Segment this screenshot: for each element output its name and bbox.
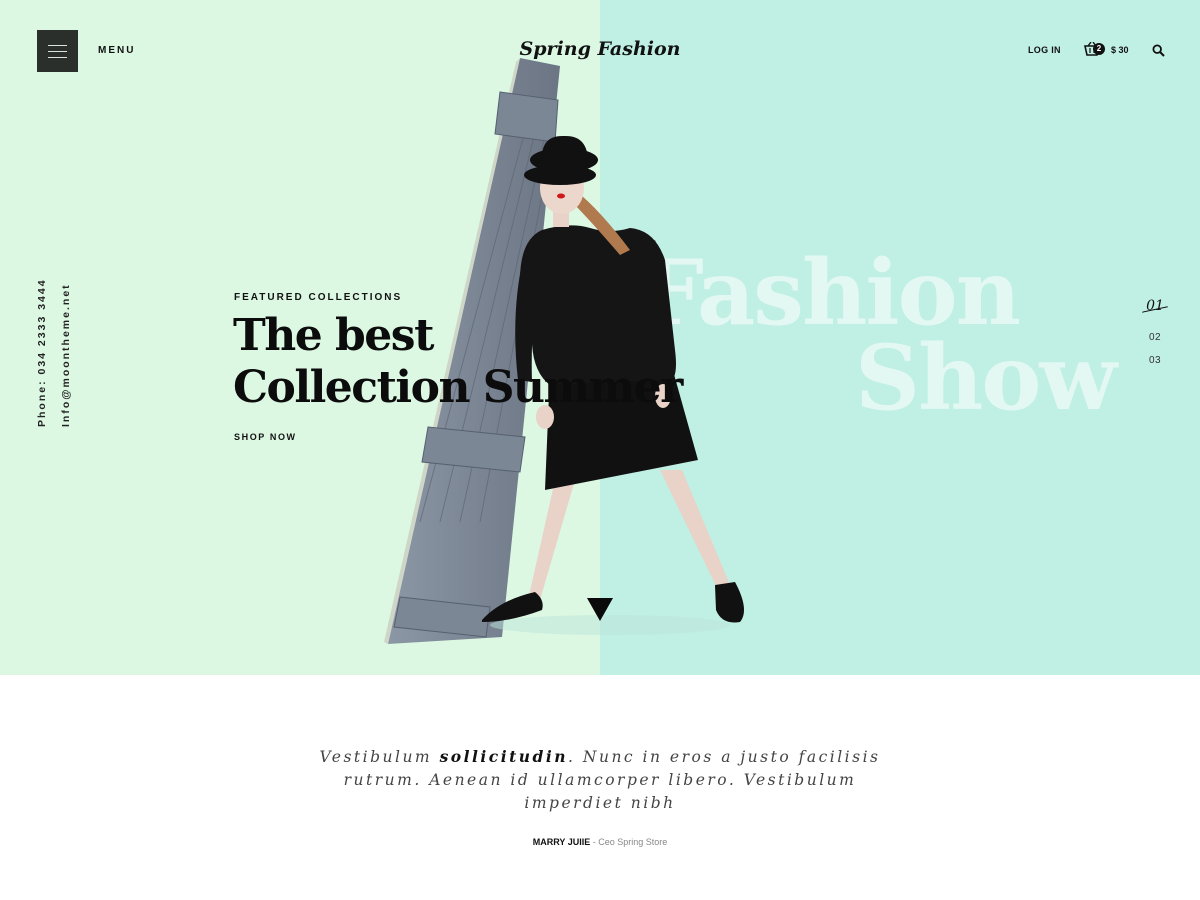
author-role: - Ceo Spring Store <box>590 837 668 847</box>
slide-dot-3[interactable]: 03 <box>1138 355 1172 366</box>
cart-count-badge: 2 <box>1093 43 1105 55</box>
cart-total[interactable]: $ 30 <box>1111 45 1129 55</box>
watermark-word-2: Show <box>855 325 1117 431</box>
triangle-down-icon[interactable] <box>587 598 613 622</box>
slide-dot-2[interactable]: 02 <box>1138 332 1172 343</box>
contact-info: Phone: 034 2333 3444 Info@moontheme.net <box>36 278 72 427</box>
slide-dot-active[interactable]: 01 <box>1138 298 1172 320</box>
testimonial-author: MARRY JUIIE - Ceo Spring Store <box>300 837 900 847</box>
hero-headline: The best Collection Summer <box>233 310 683 414</box>
author-name: MARRY JUIIE <box>532 837 591 847</box>
search-icon[interactable] <box>1152 44 1165 57</box>
contact-email[interactable]: Info@moontheme.net <box>60 278 72 427</box>
hero-eyebrow: FEATURED COLLECTIONS <box>234 292 403 303</box>
contact-phone: Phone: 034 2333 3444 <box>36 278 48 427</box>
slide-pagination: 01 02 03 <box>1138 298 1172 366</box>
quote-text-start: Vestibulum <box>319 748 440 766</box>
menu-label[interactable]: MENU <box>98 45 135 56</box>
login-link[interactable]: LOG IN <box>1028 45 1061 55</box>
hero-headline-line-1: The best <box>233 310 434 361</box>
hero-headline-line-2: Collection Summer <box>233 362 683 413</box>
site-logo[interactable]: Spring Fashion <box>480 38 720 60</box>
hamburger-icon-line <box>48 57 67 58</box>
quote-emphasis: sollicitudin <box>439 747 569 766</box>
testimonial-quote: Vestibulum sollicitudin. Nunc in eros a … <box>300 745 900 815</box>
shop-now-link[interactable]: SHOP NOW <box>234 432 297 442</box>
menu-button[interactable] <box>37 30 78 72</box>
hero-section: Fashion Show MENU Spring Fashion LOG IN … <box>0 0 1200 675</box>
hamburger-icon <box>48 45 67 46</box>
hamburger-icon-line <box>48 51 67 52</box>
